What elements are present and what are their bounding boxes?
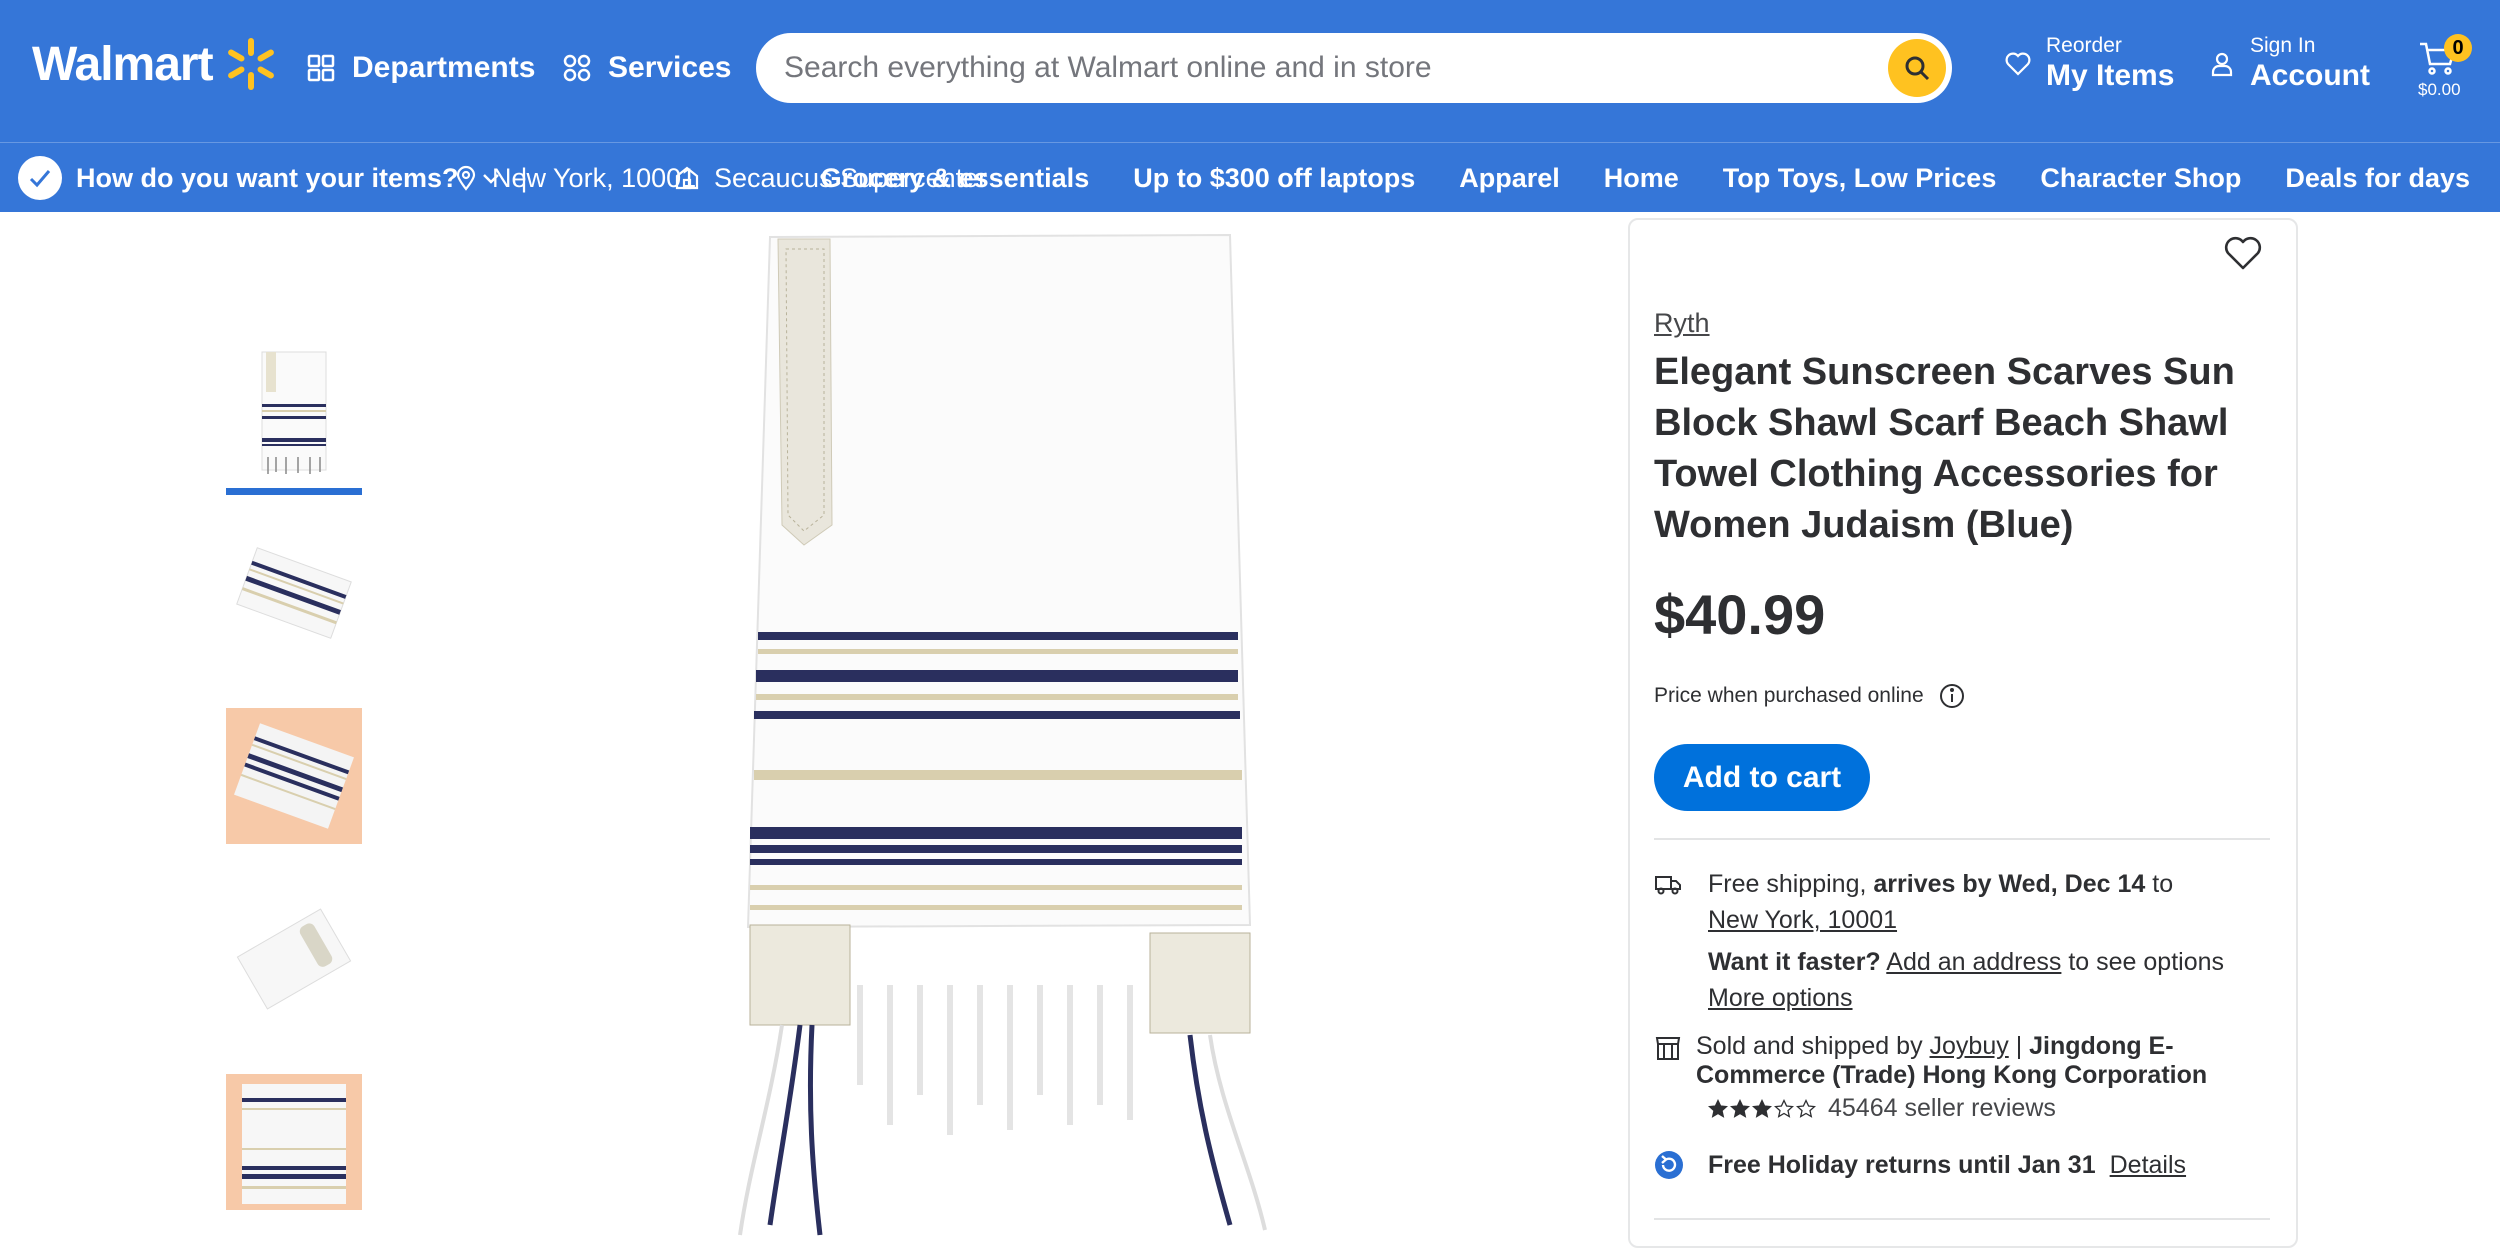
cart-count-badge: 0 <box>2444 34 2472 62</box>
truck-icon <box>1655 876 1681 895</box>
services-icon <box>563 54 591 82</box>
services-button[interactable]: Services <box>562 38 731 98</box>
returns-details-link[interactable]: Details <box>2110 1151 2186 1180</box>
my-items-label: My Items <box>2046 59 2175 92</box>
reorder-label: Reorder <box>2046 34 2122 57</box>
seller-reviews-count: 45464 seller reviews <box>1828 1094 2056 1122</box>
spark-logo-icon <box>227 38 274 90</box>
heart-icon[interactable] <box>2222 232 2264 274</box>
sub-header: How do you want your items? | New York, … <box>0 142 2500 212</box>
divider <box>1654 1218 2270 1220</box>
grid-icon <box>307 54 335 82</box>
top-header: Walmart Departments Services Search ever… <box>0 0 2500 142</box>
free-shipping-label: Free shipping, <box>1708 870 1867 898</box>
delivery-prompt: How do you want your items? <box>76 162 459 193</box>
star-empty-icon <box>1796 1098 1816 1118</box>
nav-link-deals[interactable]: Deals for days <box>2285 163 2470 194</box>
seller-rating[interactable]: 45464 seller reviews <box>1708 1094 2056 1123</box>
product-price: $40.99 <box>1654 583 1826 646</box>
price-note-text: Price when purchased online <box>1654 684 1924 707</box>
shipping-address-link[interactable]: New York, 10001 <box>1708 906 1897 934</box>
returns-info: Free Holiday returns until Jan 31 Detail… <box>1654 1150 2186 1180</box>
account-label: Account <box>2250 59 2370 92</box>
thumbnail-3[interactable] <box>226 708 362 844</box>
add-address-link[interactable]: Add an address <box>1886 948 2061 976</box>
nav-link-toys[interactable]: Top Toys, Low Prices <box>1723 163 1997 194</box>
search-icon <box>1905 56 1930 81</box>
nav-link-apparel[interactable]: Apparel <box>1459 163 1560 194</box>
shipping-info: Free shipping, arrives by Wed, Dec 14 to… <box>1654 866 2274 1016</box>
to-label: to <box>2152 870 2174 898</box>
seller-separator: | <box>2015 1032 2023 1060</box>
heart-icon <box>2005 52 2031 76</box>
more-options-link[interactable]: More options <box>1708 984 1853 1012</box>
pickup-icon <box>18 156 62 200</box>
search-bar <box>756 33 1952 103</box>
cart-total: $0.00 <box>2418 80 2461 99</box>
add-to-cart-button[interactable]: Add to cart <box>1654 744 1870 811</box>
nav-link-home[interactable]: Home <box>1604 163 1679 194</box>
nav-link-grocery[interactable]: Grocery & essentials <box>821 163 1090 194</box>
logo-text: Walmart <box>32 37 214 91</box>
info-icon[interactable] <box>1938 682 1966 710</box>
cart-button[interactable]: 0 $0.00 <box>2414 34 2484 104</box>
thumbnail-1[interactable] <box>226 342 362 478</box>
star-filled-icon <box>1730 1098 1750 1118</box>
nav-link-laptops[interactable]: Up to $300 off laptops <box>1133 163 1415 194</box>
location-selector[interactable]: New York, 10001 <box>454 143 696 213</box>
departments-label: Departments <box>352 51 536 84</box>
main-product-image[interactable] <box>690 225 1310 1240</box>
store-box-icon <box>1655 1037 1681 1060</box>
star-rating <box>1708 1098 1816 1119</box>
nav-links: Grocery & essentials Up to $300 off lapt… <box>821 143 2470 213</box>
search-input[interactable] <box>784 51 1844 85</box>
return-icon <box>1655 1151 1683 1179</box>
sold-by-label: Sold and shipped by <box>1696 1032 1923 1060</box>
thumbnail-list <box>226 330 362 1257</box>
seller-info: Sold and shipped by Joybuy | Jingdong E-… <box>1654 1032 2274 1090</box>
person-icon <box>2211 52 2233 77</box>
nav-link-character-shop[interactable]: Character Shop <box>2040 163 2241 194</box>
returns-text: Free Holiday returns until Jan 31 <box>1708 1150 2096 1179</box>
arrival-date: arrives by Wed, Dec 14 <box>1873 870 2146 898</box>
delivery-selector[interactable]: How do you want your items? | <box>18 143 528 213</box>
reorder-my-items[interactable]: Reorder My Items <box>2004 34 2174 94</box>
divider <box>1654 838 2270 840</box>
store-icon <box>675 166 699 190</box>
product-title: Elegant Sunscreen Scarves Sun Block Shaw… <box>1654 351 2235 546</box>
sign-in-account[interactable]: Sign In Account <box>2208 34 2370 94</box>
brand-link[interactable]: Ryth <box>1654 308 1710 339</box>
search-button[interactable] <box>1888 39 1946 97</box>
location-pin-icon <box>456 165 476 191</box>
thumbnail-2[interactable] <box>226 525 362 661</box>
thumbnail-4[interactable] <box>226 891 362 1027</box>
sign-in-label: Sign In <box>2250 34 2316 57</box>
star-filled-icon <box>1752 1098 1772 1118</box>
walmart-logo[interactable]: Walmart <box>32 36 279 92</box>
services-label: Services <box>608 51 732 84</box>
faster-question: Want it faster? <box>1708 948 1881 976</box>
see-options-text: to see options <box>2068 948 2225 976</box>
departments-button[interactable]: Departments <box>306 38 535 98</box>
star-empty-icon <box>1774 1098 1794 1118</box>
location-label: New York, 10001 <box>492 162 697 193</box>
seller-link[interactable]: Joybuy <box>1930 1032 2009 1060</box>
star-filled-icon <box>1708 1098 1728 1118</box>
thumbnail-5[interactable] <box>226 1074 362 1210</box>
price-note: Price when purchased online <box>1654 682 1966 710</box>
